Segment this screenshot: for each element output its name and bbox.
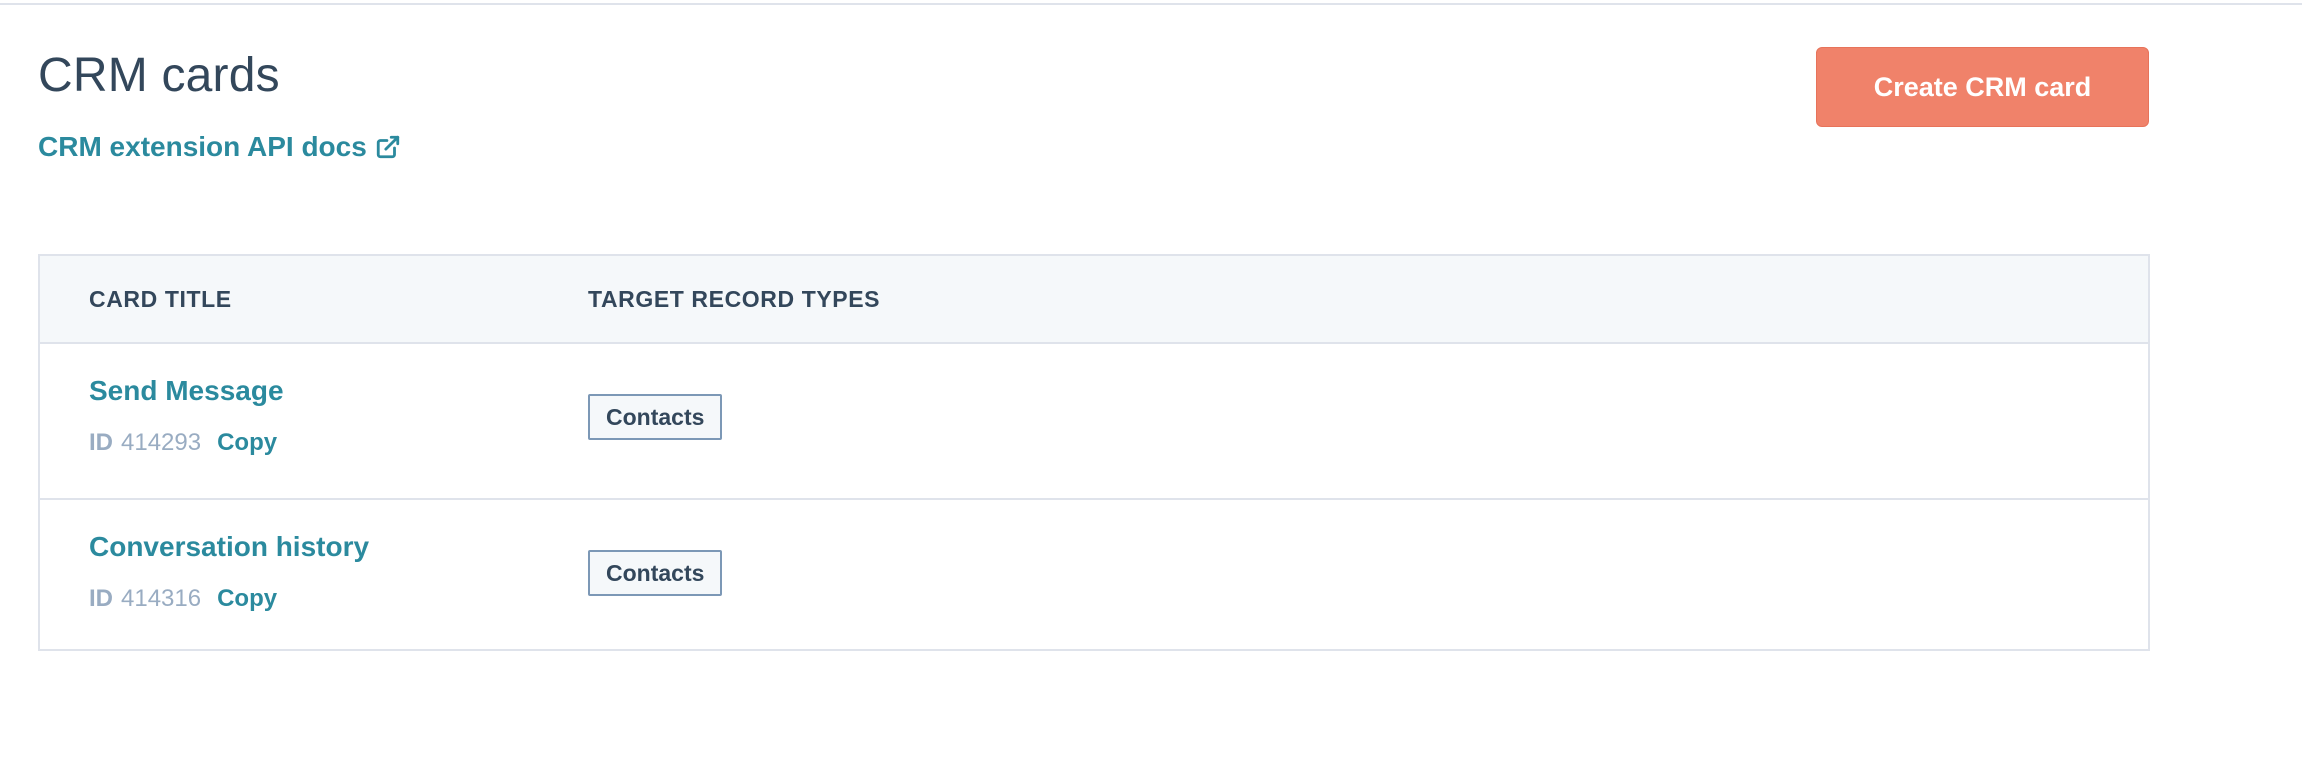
external-link-icon — [375, 134, 401, 160]
table-header: CARD TITLE TARGET RECORD TYPES — [40, 256, 2148, 344]
column-header-target-record-types: TARGET RECORD TYPES — [588, 286, 881, 312]
create-crm-card-button[interactable]: Create CRM card — [1816, 47, 2149, 127]
crm-cards-table: CARD TITLE TARGET RECORD TYPES Send Mess… — [38, 254, 2150, 651]
id-value: 414316 — [121, 585, 202, 612]
card-id-line: ID 414293 Copy — [89, 428, 277, 458]
table-row: Conversation history ID 414316 Copy Cont… — [40, 498, 2148, 652]
copy-id-button[interactable]: Copy — [217, 428, 277, 458]
id-label: ID — [89, 429, 113, 456]
copy-id-button[interactable]: Copy — [217, 584, 277, 614]
id-label: ID — [89, 585, 113, 612]
top-divider — [0, 0, 2302, 5]
column-header-card-title: CARD TITLE — [89, 286, 232, 312]
record-type-tag: Contacts — [588, 394, 723, 440]
card-title-link[interactable]: Send Message — [89, 374, 284, 408]
docs-link-label: CRM extension API docs — [38, 131, 367, 162]
id-value: 414293 — [121, 429, 202, 456]
crm-extension-api-docs-link[interactable]: CRM extension API docs — [38, 130, 401, 164]
card-id-line: ID 414316 Copy — [89, 584, 277, 614]
page-title: CRM cards — [38, 49, 280, 102]
record-type-tag: Contacts — [588, 550, 723, 596]
card-title-link[interactable]: Conversation history — [89, 530, 369, 564]
table-row: Send Message ID 414293 Copy Contacts — [40, 344, 2148, 498]
